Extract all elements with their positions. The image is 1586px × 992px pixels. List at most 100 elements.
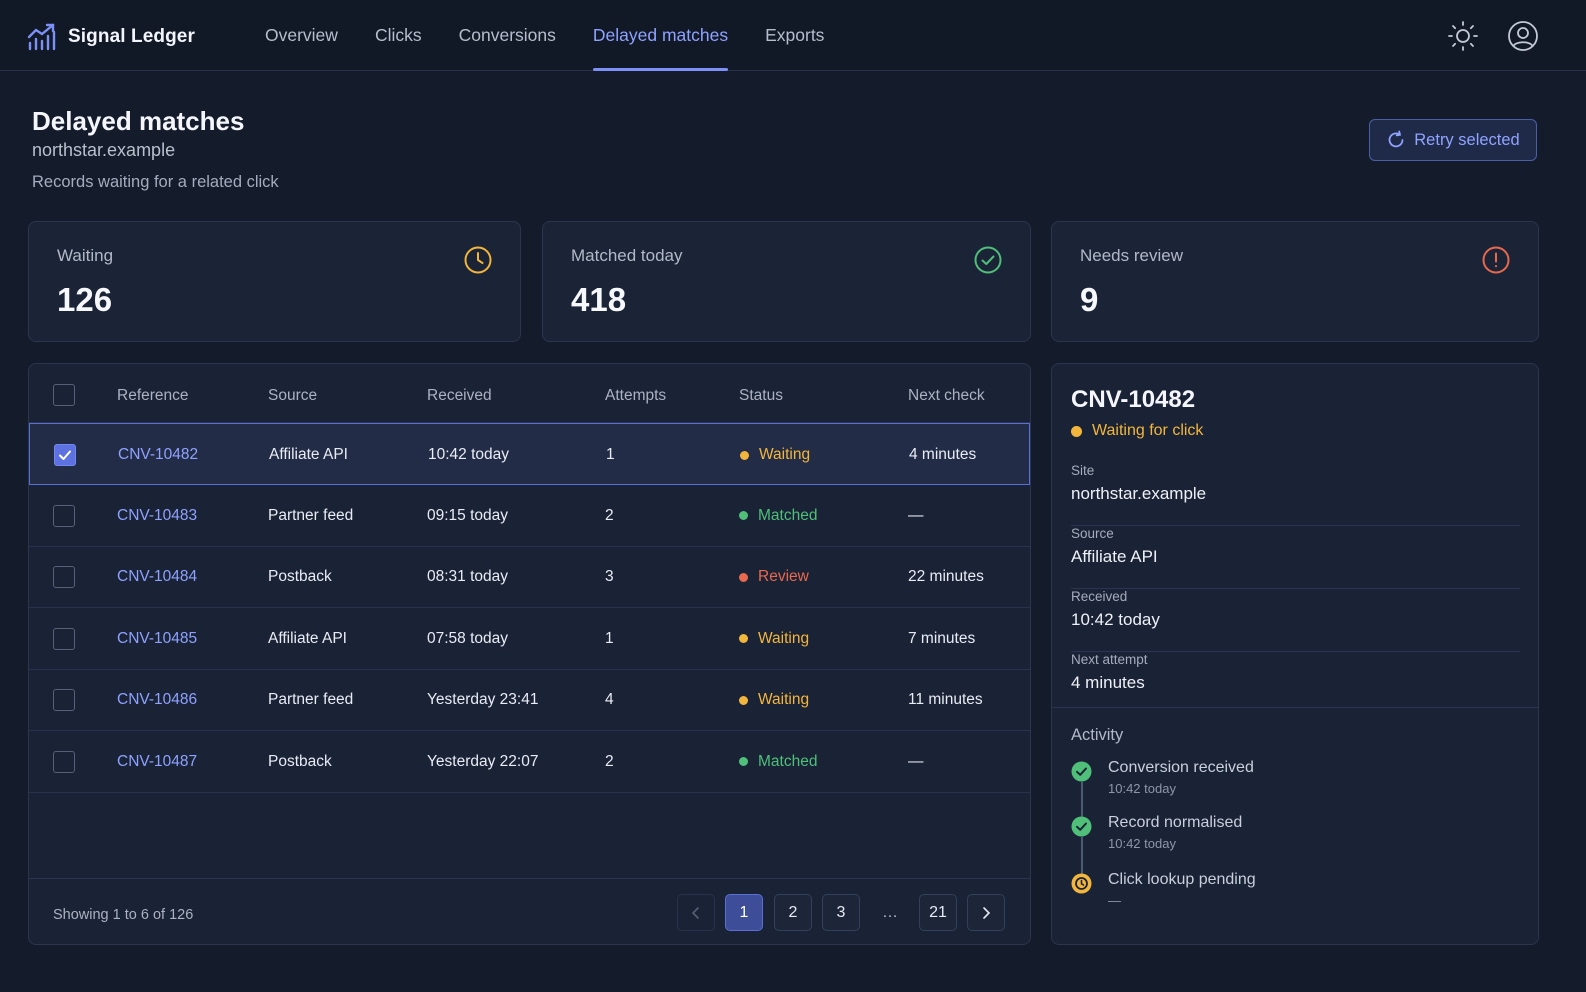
table-row[interactable]: CNV-10483 Partner feed 09:15 today 2 — Matche…	[29, 485, 1030, 547]
status-dot	[739, 572, 748, 582]
row-checkbox[interactable]	[53, 566, 75, 588]
source-cell: Partner feed	[268, 691, 354, 708]
table-row[interactable]: CNV-10486 Partner feed Yesterday 23:41 4 11 …	[29, 669, 1030, 731]
pagination-page-1[interactable]: 1	[725, 894, 763, 931]
table-footer: Showing 1 to 6 of 126 1 2 3 … 21	[29, 878, 1030, 944]
stat-card-waiting: Waiting 126	[28, 221, 521, 342]
nav-overview[interactable]: Overview	[265, 0, 338, 71]
field-value: 4 minutes	[1071, 673, 1145, 692]
pagination-next-button[interactable]	[967, 894, 1005, 931]
table-row[interactable]: CNV-10482 Affiliate API 10:42 today 1 4 minu…	[29, 423, 1030, 485]
detail-status-label: Waiting for click	[1092, 422, 1204, 439]
chevron-right-icon	[983, 906, 991, 919]
pagination-page-2[interactable]: 2	[774, 894, 812, 931]
check-circle-filled-icon	[1071, 761, 1092, 782]
column-header-status[interactable]: Status	[739, 387, 783, 405]
stat-value: 418	[571, 281, 627, 318]
status-label: Waiting	[759, 446, 811, 463]
reference-link[interactable]: CNV-10482	[118, 446, 198, 464]
top-navigation-bar: Signal Ledger Overview Clicks Conversion…	[0, 0, 1586, 71]
status-dot	[739, 757, 748, 766]
table-row[interactable]: CNV-10487 Postback Yesterday 22:07 2 — Matche…	[29, 731, 1030, 793]
field-value: Affiliate API	[1071, 547, 1158, 566]
status-badge: Waiting	[739, 691, 809, 709]
next-check-cell: 22 minutes	[908, 568, 984, 585]
pagination-prev-button[interactable]	[677, 894, 715, 931]
status-dot	[739, 695, 748, 705]
retry-selected-label: Retry selected	[1414, 130, 1520, 149]
source-cell: Postback	[268, 752, 332, 770]
field-value: northstar.example	[1071, 484, 1207, 503]
delayed-matches-table: Reference Source Received Attempts Statu…	[28, 363, 1031, 945]
next-check-cell: 7 minutes	[908, 629, 976, 647]
stat-label: Matched today	[571, 246, 683, 265]
table-row[interactable]: CNV-10484 Postback 08:31 today 3 22 minutes R…	[29, 546, 1030, 608]
reference-link[interactable]: CNV-10483	[117, 507, 197, 525]
row-checkbox[interactable]	[53, 627, 75, 650]
main-nav: Overview Clicks Conversions Delayed matc…	[265, 0, 861, 71]
row-checkbox[interactable]	[53, 689, 75, 711]
next-check-cell: —	[908, 752, 924, 770]
row-checkbox[interactable]	[53, 750, 75, 773]
activity-heading: Activity	[1071, 726, 1124, 744]
detail-title: CNV-10482	[1071, 386, 1196, 413]
row-checkbox[interactable]	[54, 444, 76, 466]
retry-selected-button[interactable]: Retry selected	[1369, 119, 1537, 161]
activity-time: 10:42 today	[1108, 836, 1176, 851]
check-circle-filled-icon	[1071, 816, 1092, 837]
status-badge: Waiting	[740, 446, 810, 464]
column-header-source[interactable]: Source	[268, 387, 317, 405]
status-dot	[1071, 425, 1082, 437]
column-header-reference[interactable]: Reference	[117, 387, 189, 405]
column-header-attempts[interactable]: Attempts	[605, 387, 666, 405]
table-row[interactable]: CNV-10485 Affiliate API 07:58 today 1 7 minu…	[29, 608, 1030, 670]
select-all-checkbox[interactable]	[53, 384, 75, 406]
brand[interactable]: Signal Ledger	[26, 22, 195, 52]
nav-clicks[interactable]: Clicks	[375, 0, 422, 71]
pagination-page-3[interactable]: 3	[822, 894, 860, 931]
status-badge: Matched	[739, 507, 817, 525]
received-cell: 09:15 today	[427, 506, 509, 524]
status-label: Waiting	[758, 691, 810, 708]
status-dot	[739, 511, 748, 520]
attempts-cell: 1	[606, 446, 615, 463]
clock-icon	[464, 246, 492, 274]
status-label: Review	[758, 568, 809, 585]
activity-time: —	[1108, 893, 1121, 908]
nav-exports[interactable]: Exports	[765, 0, 824, 71]
field-value: 10:42 today	[1071, 610, 1160, 629]
field-label: Received	[1071, 589, 1128, 604]
row-checkbox[interactable]	[53, 504, 75, 527]
status-dot	[740, 450, 749, 460]
section-divider	[1052, 707, 1538, 708]
next-check-cell: 11 minutes	[908, 691, 983, 708]
stat-card-matched-today: Matched today 418	[542, 221, 1031, 342]
column-header-next-check[interactable]: Next check	[908, 387, 985, 405]
attempts-cell: 4	[605, 691, 614, 708]
pagination-page-21[interactable]: 21	[919, 894, 957, 931]
refresh-icon	[1388, 130, 1404, 148]
detail-field-source: Source Affiliate API	[1071, 526, 1520, 589]
reference-link[interactable]: CNV-10487	[117, 753, 197, 771]
reference-link[interactable]: CNV-10484	[117, 568, 197, 586]
activity-text: Click lookup pending	[1108, 871, 1256, 888]
next-check-cell: 4 minutes	[909, 446, 977, 463]
status-badge: Matched	[739, 753, 817, 771]
user-account-icon[interactable]	[1507, 20, 1539, 52]
page-title: Delayed matches	[32, 106, 245, 136]
page-description: Records waiting for a related click	[32, 173, 279, 191]
source-cell: Affiliate API	[269, 446, 348, 463]
nav-conversions[interactable]: Conversions	[459, 0, 556, 71]
theme-toggle-sun-icon[interactable]	[1447, 20, 1479, 52]
reference-link[interactable]: CNV-10486	[117, 691, 197, 709]
nav-delayed-matches[interactable]: Delayed matches	[592, 0, 729, 71]
stat-label: Waiting	[57, 246, 114, 265]
attempts-cell: 1	[605, 629, 614, 647]
reference-link[interactable]: CNV-10485	[117, 630, 197, 648]
source-cell: Affiliate API	[268, 629, 347, 647]
page-site-domain: northstar.example	[32, 140, 176, 160]
activity-text: Record normalised	[1108, 814, 1243, 831]
stat-value: 9	[1080, 281, 1099, 318]
detail-field-next-attempt: Next attempt 4 minutes	[1071, 652, 1520, 715]
column-header-received[interactable]: Received	[427, 387, 492, 405]
